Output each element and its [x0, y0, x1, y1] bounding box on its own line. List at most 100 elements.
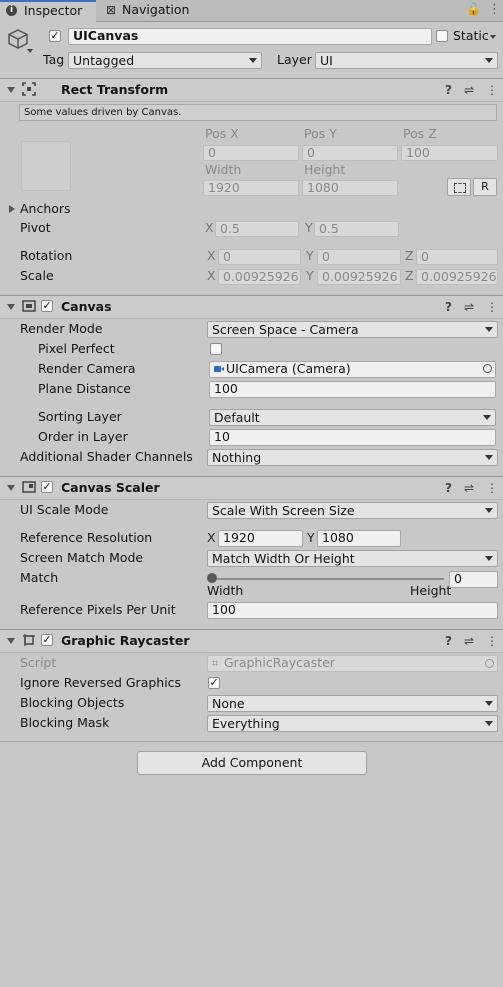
foldout-icon — [7, 638, 15, 644]
order-in-layer-field[interactable]: 10 — [209, 429, 496, 446]
ignore-reversed-label: Ignore Reversed Graphics — [20, 675, 182, 690]
render-mode-dropdown[interactable]: Screen Space - Camera — [207, 321, 498, 338]
chevron-down-icon — [483, 415, 491, 420]
script-value: GraphicRaycaster — [224, 655, 335, 670]
canvas-scaler-enabled-checkbox[interactable]: ✓ — [41, 481, 53, 493]
tab-menu-icon[interactable]: ⋮ — [488, 2, 501, 17]
scale-x-axis: X — [207, 268, 216, 283]
scale-x-field: 0.00925926 — [218, 269, 301, 285]
rot-y-axis: Y — [306, 248, 314, 263]
scale-z-field: 0.00925926 — [416, 269, 498, 285]
ui-scale-mode-label: UI Scale Mode — [20, 502, 109, 517]
layer-dropdown[interactable]: UI — [315, 52, 498, 69]
screen-match-mode-dropdown[interactable]: Match Width Or Height — [207, 550, 498, 567]
blueprint-icon — [454, 183, 466, 193]
render-mode-value: Screen Space - Camera — [212, 322, 359, 337]
object-name-field[interactable]: UICanvas — [68, 28, 432, 45]
component-menu-icon[interactable]: ⋮ — [486, 82, 498, 98]
render-camera-label: Render Camera — [38, 361, 136, 376]
navigation-icon: ⊠ — [106, 3, 117, 17]
pivot-x-field: 0.5 — [215, 221, 299, 237]
width-field: 1920 — [203, 180, 299, 196]
help-icon[interactable]: ? — [445, 82, 452, 98]
render-camera-field[interactable]: UICamera (Camera) — [209, 361, 496, 378]
chevron-down-icon — [485, 701, 493, 706]
help-icon[interactable]: ? — [445, 299, 452, 315]
scale-y-axis: Y — [306, 268, 314, 283]
match-height-caption: Height — [410, 583, 452, 598]
blocking-mask-value: Everything — [212, 716, 280, 731]
tab-navigation[interactable]: ⊠ Navigation — [100, 0, 200, 21]
anchors-foldout-icon[interactable] — [9, 205, 15, 213]
anchors-label[interactable]: Anchors — [20, 201, 71, 217]
canvas-scaler-title: Canvas Scaler — [61, 480, 160, 495]
pivot-label: Pivot — [20, 220, 51, 235]
shader-channels-value: Nothing — [212, 450, 262, 465]
script-icon: ⌗ — [212, 657, 219, 670]
chevron-down-icon — [249, 58, 257, 63]
pixel-perfect-checkbox[interactable] — [210, 343, 222, 355]
canvas-enabled-checkbox[interactable]: ✓ — [41, 300, 53, 312]
pos-y-label: Pos Y — [304, 126, 337, 141]
canvas-header[interactable]: ✓ Canvas ? ⇌ ⋮ — [0, 295, 503, 319]
icon-dropdown-caret[interactable] — [27, 49, 33, 53]
reference-ppu-field[interactable]: 100 — [207, 602, 498, 619]
tab-navigation-label: Navigation — [122, 2, 190, 17]
add-component-button[interactable]: Add Component — [137, 751, 367, 775]
presets-icon[interactable]: ⇌ — [464, 480, 474, 496]
driven-info-text: Some values driven by Canvas. — [24, 107, 182, 118]
blocking-objects-dropdown[interactable]: None — [207, 695, 498, 712]
canvas-scaler-header[interactable]: ✓ Canvas Scaler ? ⇌ ⋮ — [0, 476, 503, 500]
shader-channels-dropdown[interactable]: Nothing — [207, 449, 498, 466]
presets-icon[interactable]: ⇌ — [464, 82, 474, 98]
component-menu-icon[interactable]: ⋮ — [486, 299, 498, 315]
camera-icon — [214, 366, 221, 372]
match-value-field[interactable]: 0 — [449, 571, 498, 588]
rect-transform-header[interactable]: Rect Transform ? ⇌ ⋮ — [0, 78, 503, 102]
plane-distance-field[interactable]: 100 — [209, 381, 496, 398]
foldout-icon — [7, 87, 15, 93]
height-field: 1080 — [302, 180, 398, 196]
chevron-down-icon — [485, 556, 493, 561]
shader-channels-label: Additional Shader Channels — [20, 449, 193, 464]
component-menu-icon[interactable]: ⋮ — [486, 480, 498, 496]
help-icon[interactable]: ? — [445, 480, 452, 496]
blocking-mask-dropdown[interactable]: Everything — [207, 715, 498, 732]
presets-icon[interactable]: ⇌ — [464, 633, 474, 649]
scale-y-field: 0.00925926 — [317, 269, 401, 285]
sorting-layer-dropdown[interactable]: Default — [209, 409, 496, 426]
component-menu-icon[interactable]: ⋮ — [486, 633, 498, 649]
tag-dropdown[interactable]: Untagged — [68, 52, 262, 69]
raycaster-icon — [22, 633, 36, 650]
match-width-caption: Width — [207, 583, 244, 598]
match-slider-handle[interactable] — [207, 573, 217, 583]
blocking-mask-label: Blocking Mask — [20, 715, 110, 730]
raw-edit-button[interactable]: R — [473, 178, 497, 196]
static-dropdown-caret[interactable] — [490, 35, 496, 39]
presets-icon[interactable]: ⇌ — [464, 299, 474, 315]
reference-resolution-y-field[interactable]: 1080 — [317, 530, 401, 547]
raycaster-enabled-checkbox[interactable]: ✓ — [41, 634, 53, 646]
object-picker-icon[interactable] — [483, 364, 492, 373]
blueprint-mode-button[interactable] — [447, 178, 471, 196]
rect-transform-icon — [22, 82, 36, 99]
ui-scale-mode-dropdown[interactable]: Scale With Screen Size — [207, 502, 498, 519]
ref-y-axis: Y — [307, 530, 315, 545]
layer-value: UI — [320, 53, 333, 68]
pixel-perfect-label: Pixel Perfect — [38, 341, 115, 356]
script-field: ⌗ GraphicRaycaster — [207, 655, 498, 672]
reference-resolution-x-field[interactable]: 1920 — [218, 530, 303, 547]
canvas-title: Canvas — [61, 299, 112, 314]
graphic-raycaster-header[interactable]: ✓ Graphic Raycaster ? ⇌ ⋮ — [0, 629, 503, 653]
lock-icon[interactable]: 🔓 — [466, 2, 481, 16]
ignore-reversed-checkbox[interactable]: ✓ — [208, 677, 220, 689]
camera-lens-icon — [221, 367, 224, 371]
static-checkbox[interactable] — [436, 30, 448, 42]
active-checkbox[interactable]: ✓ — [49, 30, 61, 42]
match-slider-track[interactable] — [210, 578, 444, 580]
tab-inspector[interactable]: i Inspector — [0, 0, 96, 22]
help-icon[interactable]: ? — [445, 633, 452, 649]
blocking-objects-label: Blocking Objects — [20, 695, 125, 710]
pos-x-label: Pos X — [205, 126, 239, 141]
components-end-divider — [0, 741, 503, 742]
